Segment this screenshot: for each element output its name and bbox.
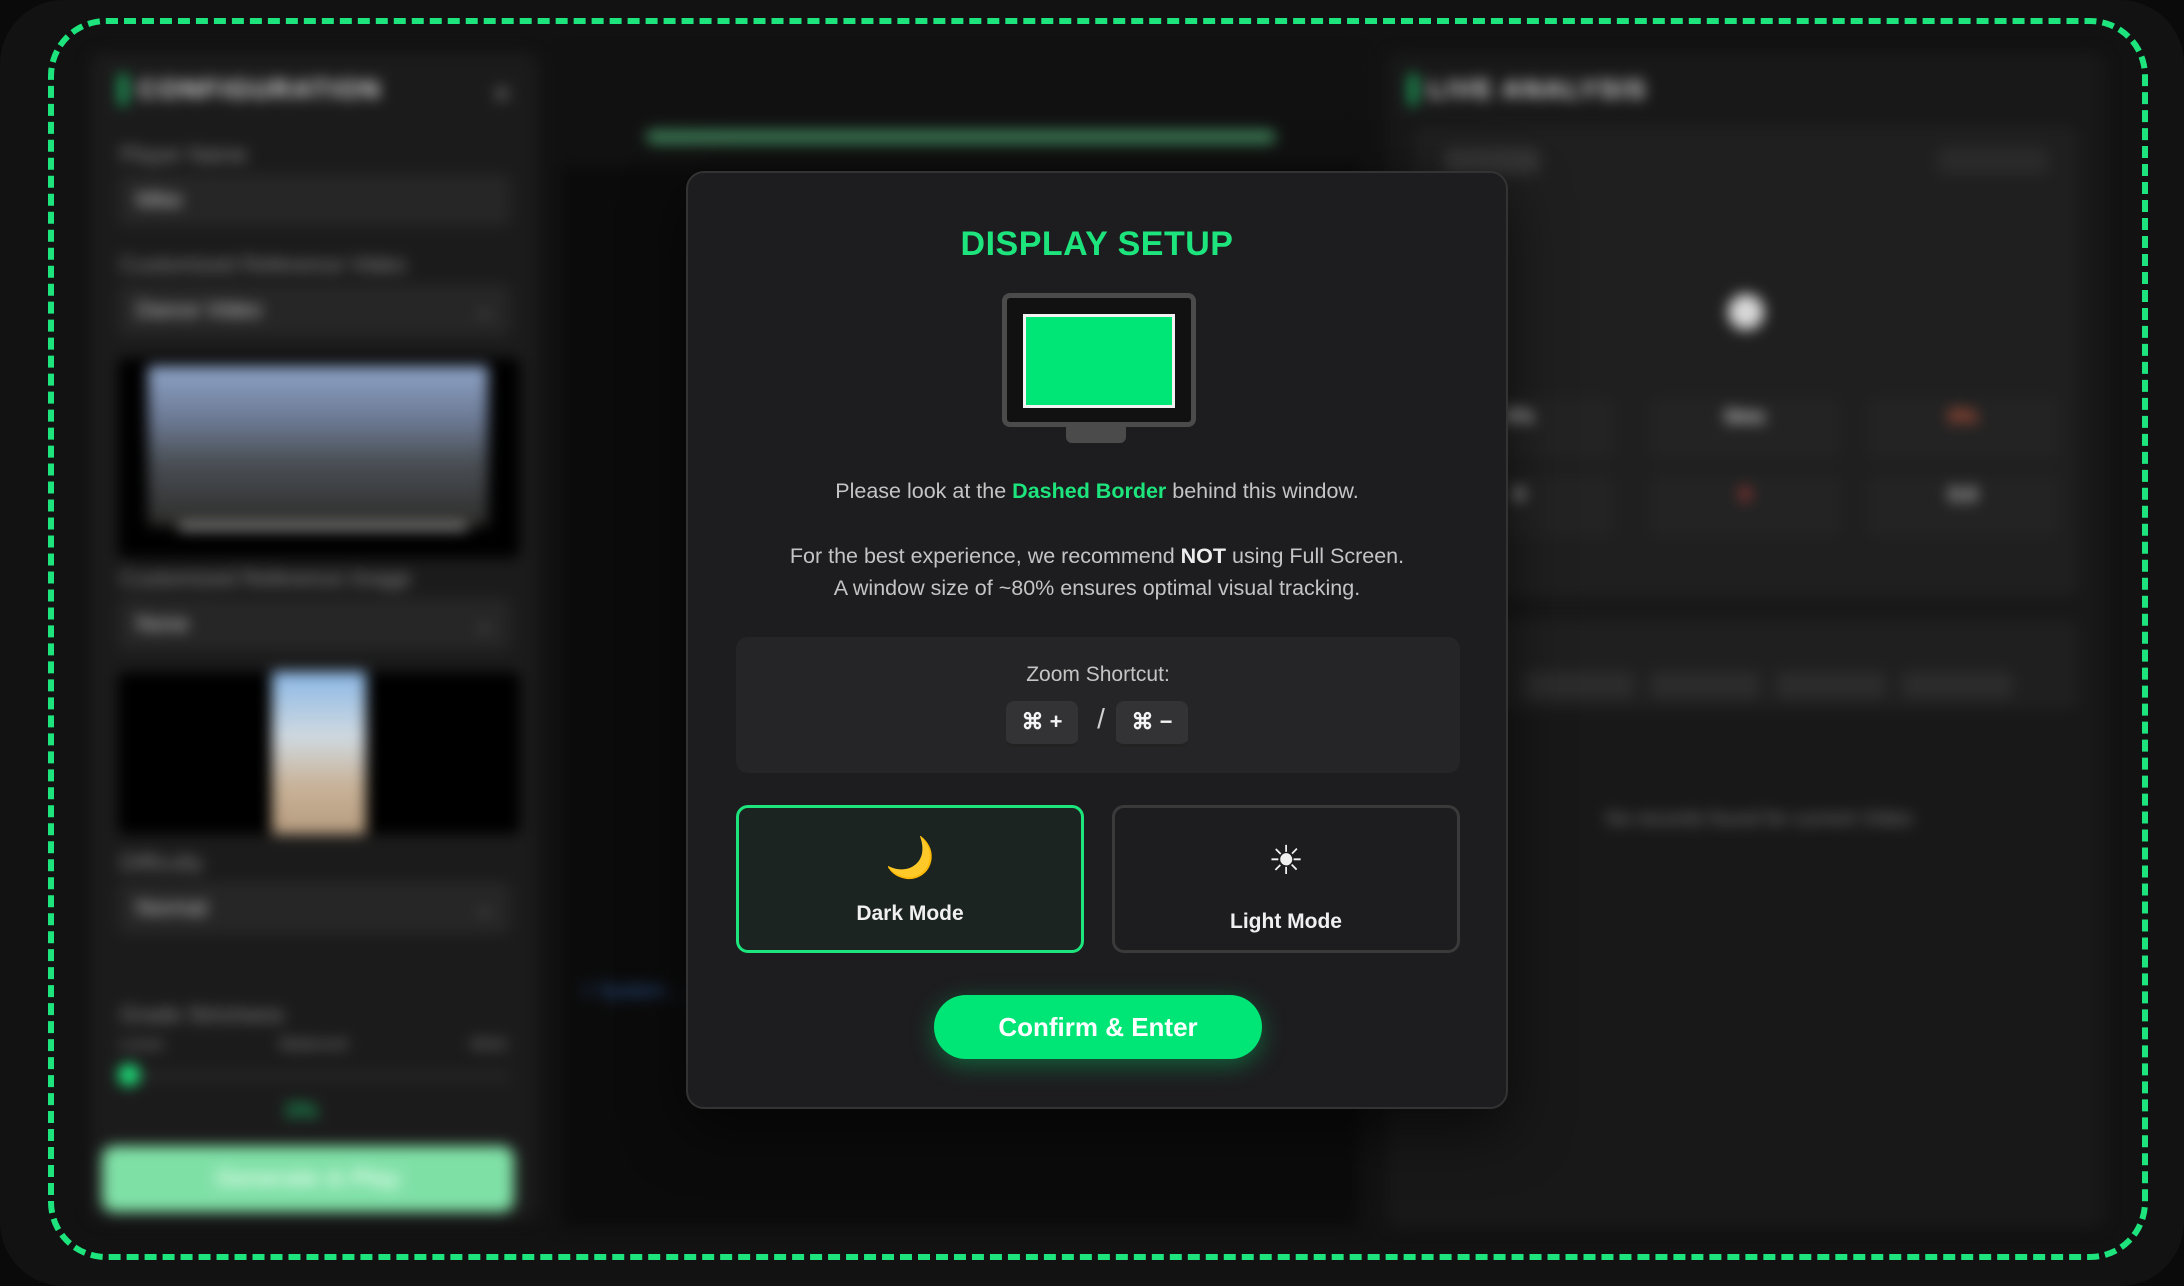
confirm-enter-button[interactable]: Confirm & Enter — [934, 995, 1262, 1059]
stat-box: 0 — [1650, 476, 1840, 536]
player-name-input[interactable]: Mike — [118, 174, 510, 226]
feedback-chip[interactable] — [1776, 672, 1886, 698]
instruction-text: behind this window. — [1166, 479, 1359, 503]
feedback-chip[interactable] — [1524, 672, 1634, 698]
reference-image-select[interactable]: None ⌄ — [118, 598, 510, 650]
close-icon[interactable]: × — [494, 78, 510, 110]
sun-icon: ☀ — [1268, 839, 1304, 883]
key-separator: / — [1097, 703, 1105, 734]
score-dial — [1728, 294, 1764, 330]
zoom-shortcut-label: Zoom Shortcut: — [1026, 663, 1170, 686]
stat-value: 0ms — [1724, 406, 1766, 428]
strictness-value: 0% — [286, 1098, 318, 1123]
view-toggle-button[interactable] — [1938, 148, 2048, 174]
reference-image-label: Customized Reference Image — [120, 566, 412, 591]
light-mode-option[interactable]: ☀ Light Mode — [1112, 805, 1460, 953]
difficulty-label: Difficulty — [120, 850, 203, 875]
reference-image-preview — [118, 672, 520, 834]
stat-value: 0 — [1739, 484, 1751, 506]
empty-records-message: No records found for current Video — [1606, 808, 1913, 830]
generate-play-button[interactable]: Generate & Play — [102, 1146, 514, 1212]
video-frame — [148, 366, 488, 526]
moon-icon: 🌙 — [885, 836, 935, 880]
reference-video-value: Dance Video — [136, 297, 262, 322]
instruction-text: Please look at the — [835, 479, 1013, 503]
loading-bar — [646, 130, 1276, 144]
zoom-out-key: ⌘ − — [1116, 701, 1188, 747]
dark-mode-label: Dark Mode — [856, 902, 964, 925]
chevron-down-icon: ⌄ — [475, 297, 494, 322]
zoom-in-key: ⌘ + — [1006, 701, 1078, 747]
app-window: CONFIGURATION × Player Name Mike Customi… — [0, 0, 2184, 1286]
stat-box: 0% — [1868, 398, 2058, 458]
monitor-screen — [1023, 314, 1175, 408]
stat-value: 0.0 — [1949, 484, 1977, 506]
chevron-down-icon: ⌄ — [475, 611, 494, 636]
live-analysis-title: LIVE ANALYSIS — [1410, 74, 1647, 105]
slider-handle[interactable] — [118, 1064, 140, 1086]
beach-photo — [272, 672, 366, 834]
stat-value: 0% — [1948, 406, 1978, 428]
dialog-title: DISPLAY SETUP — [960, 225, 1234, 263]
reference-video-preview[interactable] — [118, 358, 520, 558]
feedback-chip[interactable] — [1650, 672, 1760, 698]
dashed-border-highlight: Dashed Border — [1012, 479, 1167, 503]
zoom-shortcut-box: Zoom Shortcut: ⌘ + / ⌘ − — [736, 637, 1460, 773]
reference-image-value: None — [136, 611, 189, 636]
difficulty-value: Normal — [136, 895, 207, 920]
reference-video-label: Customized Reference Video — [120, 252, 406, 277]
player-name-label: Player Name — [120, 142, 248, 167]
reference-video-select[interactable]: Dance Video ⌄ — [118, 284, 510, 336]
strictness-tick-balanced: Balanced — [280, 1036, 347, 1053]
stat-box: 0.0 — [1868, 476, 2058, 536]
strictness-slider[interactable] — [118, 1064, 510, 1086]
strictness-label: Grade Strictness — [120, 1002, 284, 1027]
instruction-line-1: Please look at the Dashed Border behind … — [688, 479, 1506, 504]
light-mode-label: Light Mode — [1230, 910, 1342, 933]
feedback-chip[interactable] — [1902, 672, 2012, 698]
display-setup-dialog: DISPLAY SETUP Please look at the Dashed … — [686, 171, 1508, 1109]
recommend-text: For the best experience, we recommend — [789, 544, 1181, 568]
dark-mode-option[interactable]: 🌙 Dark Mode — [736, 805, 1084, 953]
chevron-down-icon: ⌄ — [475, 895, 494, 920]
instruction-line-2: For the best experience, we recommend NO… — [688, 544, 1506, 569]
monitor-frame — [1002, 293, 1196, 427]
configuration-title: CONFIGURATION — [120, 74, 382, 105]
recommend-text: using Full Screen. — [1226, 544, 1405, 568]
monitor-icon — [1002, 293, 1196, 443]
difficulty-select[interactable]: Normal ⌄ — [118, 882, 510, 934]
monitor-stand — [1066, 427, 1126, 443]
strictness-tick-loose: Loose — [120, 1036, 164, 1053]
stat-box: 0ms — [1650, 398, 1840, 458]
not-emphasis: NOT — [1180, 544, 1227, 568]
score-card: 0% 0ms 0% 0 0 0.0 — [1414, 126, 2078, 596]
system-log: > System ... — [582, 980, 689, 1002]
video-progress-bar[interactable] — [178, 524, 468, 530]
feedback-chips — [1414, 620, 2078, 710]
configuration-panel: CONFIGURATION × Player Name Mike Customi… — [90, 52, 538, 1220]
strictness-tick-strict: Strict — [470, 1036, 507, 1053]
instruction-line-3: A window size of ~80% ensures optimal vi… — [833, 576, 1361, 600]
